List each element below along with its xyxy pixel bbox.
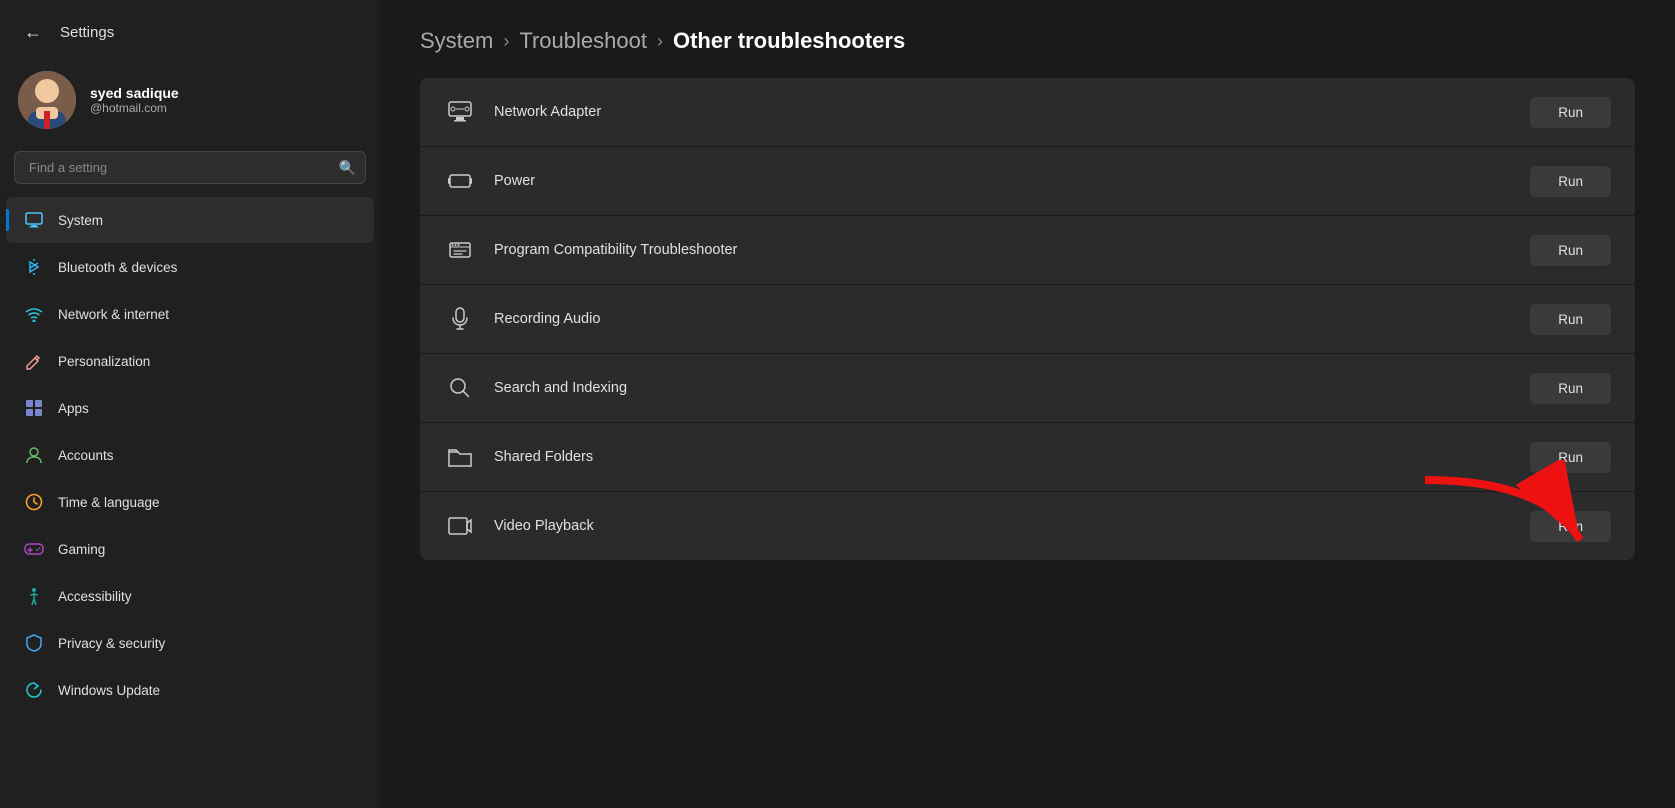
time-icon — [24, 492, 44, 512]
video-playback-icon — [444, 510, 476, 542]
run-btn-recording-audio[interactable]: Run — [1530, 304, 1611, 335]
ts-label-power: Power — [494, 173, 1512, 189]
sidebar-item-gaming[interactable]: Gaming — [6, 526, 374, 572]
sidebar-nav: System Bluetooth & devices — [0, 196, 380, 714]
ts-label-program-compat: Program Compatibility Troubleshooter — [494, 242, 1512, 258]
ts-item-program-compat: Program Compatibility Troubleshooter Run — [420, 216, 1635, 285]
sidebar-item-accessibility[interactable]: Accessibility — [6, 573, 374, 619]
ts-label-recording-audio: Recording Audio — [494, 311, 1512, 327]
sidebar-label-system: System — [58, 213, 103, 228]
avatar — [18, 71, 76, 129]
breadcrumb-troubleshoot[interactable]: Troubleshoot — [519, 28, 647, 54]
recording-audio-icon — [444, 303, 476, 335]
sidebar-label-network: Network & internet — [58, 307, 169, 322]
sidebar-item-system[interactable]: System — [6, 197, 374, 243]
search-box: 🔍 — [14, 151, 366, 184]
run-btn-video-playback[interactable]: Run — [1530, 511, 1611, 542]
sidebar-label-privacy: Privacy & security — [58, 636, 165, 651]
update-icon — [24, 680, 44, 700]
sidebar-label-bluetooth: Bluetooth & devices — [58, 260, 177, 275]
sidebar-item-time[interactable]: Time & language — [6, 479, 374, 525]
ts-item-video-playback: Video Playback Run — [420, 492, 1635, 560]
network-adapter-icon — [444, 96, 476, 128]
ts-item-recording-audio: Recording Audio Run — [420, 285, 1635, 354]
apps-icon — [24, 398, 44, 418]
app-title: Settings — [60, 24, 114, 41]
sidebar-item-accounts[interactable]: Accounts — [6, 432, 374, 478]
sidebar-item-update[interactable]: Windows Update — [6, 667, 374, 713]
bluetooth-icon — [24, 257, 44, 277]
sidebar-label-accessibility: Accessibility — [58, 589, 132, 604]
run-btn-program-compat[interactable]: Run — [1530, 235, 1611, 266]
back-button[interactable]: ← — [16, 18, 50, 47]
personalization-icon — [24, 351, 44, 371]
sidebar: ← Settings syed sadique @hotmail.com — [0, 0, 380, 808]
gaming-icon — [24, 539, 44, 559]
sidebar-label-update: Windows Update — [58, 683, 160, 698]
search-input[interactable] — [14, 151, 366, 184]
ts-item-power: Power Run — [420, 147, 1635, 216]
run-btn-search-indexing[interactable]: Run — [1530, 373, 1611, 404]
sidebar-label-time: Time & language — [58, 495, 160, 510]
breadcrumb-system[interactable]: System — [420, 28, 493, 54]
profile-name: syed sadique — [90, 85, 179, 101]
privacy-icon — [24, 633, 44, 653]
sidebar-header: ← Settings — [0, 0, 380, 57]
breadcrumb: System › Troubleshoot › Other troublesho… — [420, 0, 1635, 78]
avatar-image — [18, 71, 76, 129]
power-icon — [444, 165, 476, 197]
run-btn-shared-folders[interactable]: Run — [1530, 442, 1611, 473]
sidebar-label-apps: Apps — [58, 401, 89, 416]
system-icon — [24, 210, 44, 230]
ts-label-video-playback: Video Playback — [494, 518, 1512, 534]
search-icon: 🔍 — [339, 159, 356, 176]
ts-item-network-adapter: Network Adapter Run — [420, 78, 1635, 147]
profile-section: syed sadique @hotmail.com — [0, 57, 380, 143]
profile-info: syed sadique @hotmail.com — [90, 85, 179, 115]
main-content: System › Troubleshoot › Other troublesho… — [380, 0, 1675, 808]
sidebar-item-apps[interactable]: Apps — [6, 385, 374, 431]
sidebar-item-personalization[interactable]: Personalization — [6, 338, 374, 384]
sidebar-item-bluetooth[interactable]: Bluetooth & devices — [6, 244, 374, 290]
run-btn-power[interactable]: Run — [1530, 166, 1611, 197]
sidebar-label-accounts: Accounts — [58, 448, 114, 463]
search-indexing-icon — [444, 372, 476, 404]
ts-item-shared-folders: Shared Folders Run — [420, 423, 1635, 492]
sidebar-label-gaming: Gaming — [58, 542, 105, 557]
sidebar-item-privacy[interactable]: Privacy & security — [6, 620, 374, 666]
breadcrumb-current: Other troubleshooters — [673, 28, 905, 54]
breadcrumb-sep-1: › — [503, 31, 509, 52]
shared-folders-icon — [444, 441, 476, 473]
ts-label-network-adapter: Network Adapter — [494, 104, 1512, 120]
ts-item-search-indexing: Search and Indexing Run — [420, 354, 1635, 423]
profile-email: @hotmail.com — [90, 101, 179, 115]
accounts-icon — [24, 445, 44, 465]
ts-label-search-indexing: Search and Indexing — [494, 380, 1512, 396]
network-icon — [24, 304, 44, 324]
run-btn-network-adapter[interactable]: Run — [1530, 97, 1611, 128]
sidebar-label-personalization: Personalization — [58, 354, 150, 369]
ts-label-shared-folders: Shared Folders — [494, 449, 1512, 465]
troubleshooter-list: Network Adapter Run Power Run — [420, 78, 1635, 560]
program-compat-icon — [444, 234, 476, 266]
sidebar-item-network[interactable]: Network & internet — [6, 291, 374, 337]
breadcrumb-sep-2: › — [657, 31, 663, 52]
accessibility-icon — [24, 586, 44, 606]
